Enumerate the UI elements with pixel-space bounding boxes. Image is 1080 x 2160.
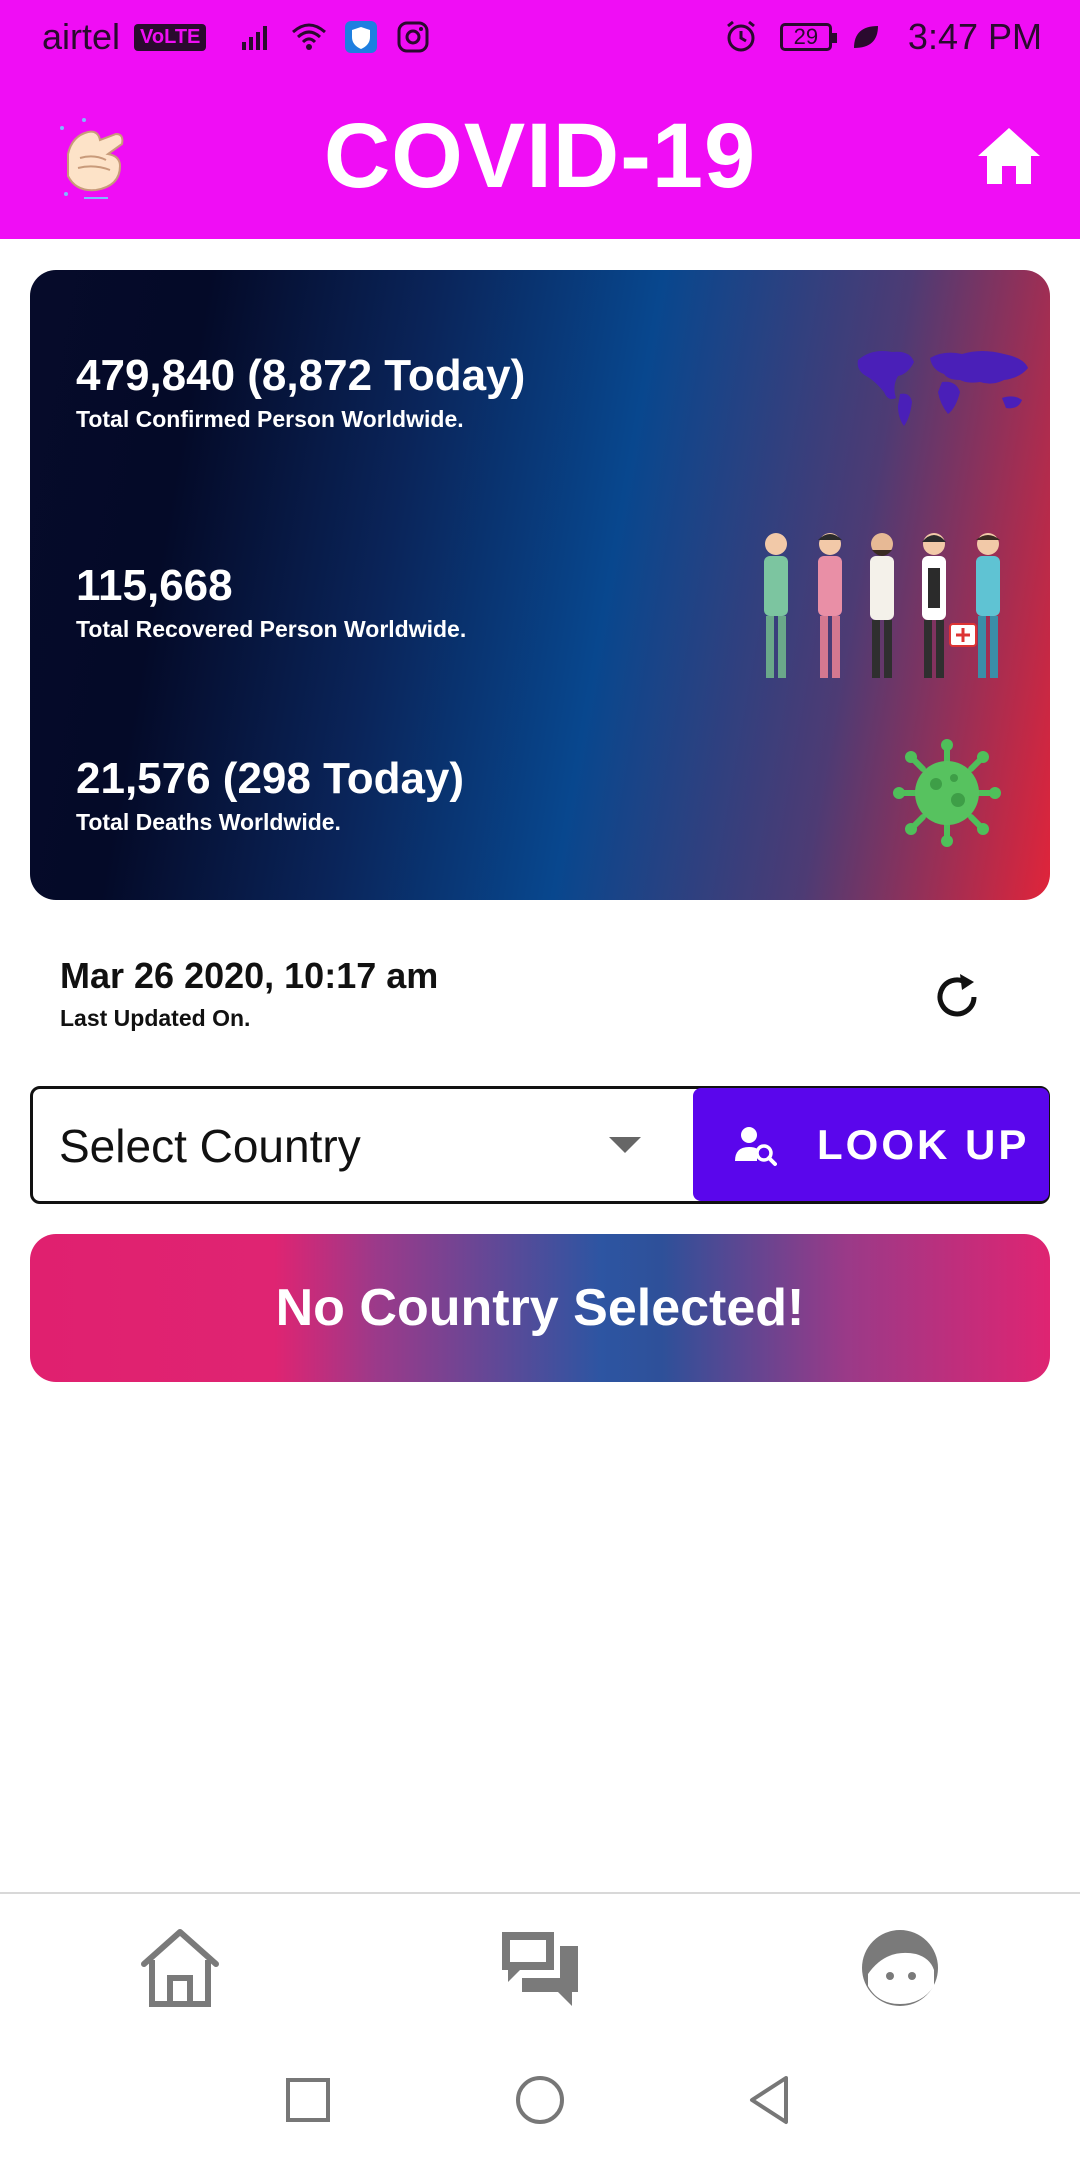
last-updated: Mar 26 2020, 10:17 am Last Updated On. bbox=[60, 955, 438, 1032]
stat-confirmed: 479,840 (8,872 Today) Total Confirmed Pe… bbox=[76, 351, 526, 433]
banner-text: No Country Selected! bbox=[275, 1279, 805, 1337]
deaths-value: 21,576 (298 Today) bbox=[76, 754, 465, 803]
app-bar: COVID-19 bbox=[0, 74, 1080, 239]
confirmed-label: Total Confirmed Person Worldwide. bbox=[76, 406, 464, 433]
status-right: 29 3:47 PM bbox=[722, 16, 1042, 58]
alarm-icon bbox=[726, 20, 755, 52]
instagram-icon bbox=[397, 21, 429, 53]
back-icon[interactable] bbox=[742, 2072, 798, 2128]
confirmed-value: 479,840 (8,872 Today) bbox=[76, 351, 526, 400]
lookup-label: LOOK UP bbox=[817, 1120, 1030, 1168]
recovered-value: 115,668 bbox=[76, 561, 233, 610]
recovered-label: Total Recovered Person Worldwide. bbox=[76, 616, 467, 643]
deaths-label: Total Deaths Worldwide. bbox=[76, 809, 341, 836]
user-search-icon bbox=[735, 1126, 777, 1166]
carrier-name: airtel bbox=[42, 16, 121, 57]
nav-chat-icon[interactable] bbox=[498, 1926, 582, 2010]
nav-profile-icon[interactable] bbox=[858, 1926, 942, 2010]
shield-app-icon bbox=[345, 21, 378, 53]
signal-icon bbox=[242, 26, 268, 50]
global-stats-card: 479,840 (8,872 Today) Total Confirmed Pe… bbox=[30, 270, 1050, 900]
virus-icon bbox=[893, 739, 1001, 847]
recents-icon[interactable] bbox=[280, 2072, 336, 2128]
battery-indicator: 29 bbox=[779, 23, 837, 51]
volte-badge: VoLTE bbox=[134, 23, 207, 51]
home-button-icon[interactable] bbox=[512, 2072, 568, 2128]
chevron-down-icon bbox=[609, 1137, 641, 1153]
clock: 3:47 PM bbox=[907, 16, 1042, 57]
selection-banner: No Country Selected! bbox=[30, 1234, 1050, 1382]
system-navigation bbox=[0, 2060, 1080, 2140]
world-map-icon bbox=[857, 351, 1028, 426]
status-bar: airtel VoLTE 29 3:47 PM bbox=[0, 0, 1080, 74]
lookup-button[interactable]: LOOK UP bbox=[693, 1088, 1049, 1201]
stat-deaths: 21,576 (298 Today) Total Deaths Worldwid… bbox=[76, 754, 465, 836]
country-select-value: Select Country bbox=[59, 1120, 361, 1172]
refresh-icon[interactable] bbox=[930, 970, 984, 1024]
status-left: airtel VoLTE bbox=[42, 16, 432, 58]
home-icon[interactable] bbox=[976, 126, 1042, 186]
app-title: COVID-19 bbox=[323, 105, 757, 207]
updated-date: Mar 26 2020, 10:17 am bbox=[60, 955, 439, 996]
leaf-icon bbox=[853, 26, 878, 48]
hand-wash-icon[interactable] bbox=[54, 114, 130, 204]
updated-label: Last Updated On. bbox=[60, 1005, 251, 1031]
bottom-navigation bbox=[0, 1892, 1080, 2042]
wifi-icon bbox=[292, 23, 327, 50]
doctors-illustration bbox=[764, 533, 1000, 678]
stat-recovered: 115,668 Total Recovered Person Worldwide… bbox=[76, 561, 467, 643]
nav-home-icon[interactable] bbox=[138, 1926, 222, 2010]
